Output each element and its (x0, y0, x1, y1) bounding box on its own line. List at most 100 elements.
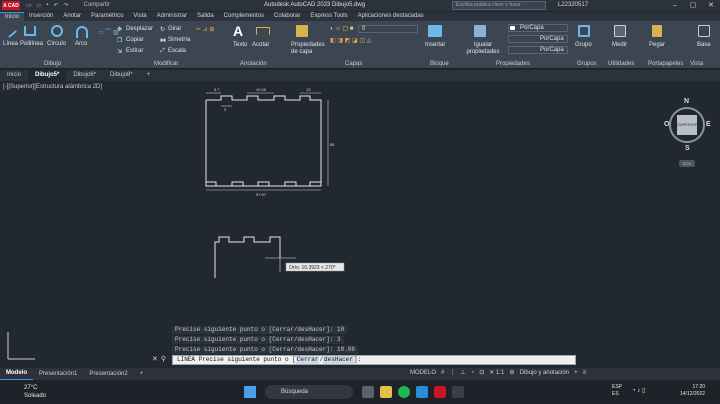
close-command-icon[interactable]: ✕ (152, 355, 158, 363)
file-tab-inicio[interactable]: Inicio (0, 70, 28, 81)
maximize-icon[interactable]: ▢ (684, 0, 702, 11)
modify-extra-icon[interactable]: ✂ ⊿ ⊞ (196, 26, 214, 33)
tab-inicio[interactable]: Inicio (0, 12, 25, 21)
circle-icon[interactable] (51, 25, 63, 37)
escala-button[interactable]: Escala (168, 48, 186, 54)
chrome-icon[interactable] (416, 386, 428, 398)
plus-icon[interactable]: + (574, 370, 578, 376)
close-icon[interactable]: ✕ (702, 0, 720, 11)
panel-propiedades-title[interactable]: Propiedades (496, 61, 530, 67)
system-clock[interactable]: 17:20 14/12/2022 (680, 384, 705, 398)
tab-salida[interactable]: Salida (192, 12, 219, 21)
viewcube[interactable]: N SUPERIOR O E S (663, 98, 711, 164)
panel-dibujo-title[interactable]: Dibujo (44, 61, 61, 67)
polilinea-button[interactable]: Polilínea (20, 41, 43, 47)
match-properties-icon[interactable] (474, 25, 486, 37)
text-icon[interactable]: A (233, 23, 243, 39)
autocad-taskbar-icon[interactable] (434, 386, 446, 398)
snap-icon[interactable]: ⋮ (449, 369, 455, 376)
panel-bloque-title[interactable]: Bloque (430, 61, 449, 67)
menu-icon[interactable]: ≡ (583, 370, 587, 376)
layer-properties-icon[interactable] (296, 25, 308, 37)
panel-anotacion-title[interactable]: Anotación (240, 61, 267, 67)
tab-insercion[interactable]: Inserción (24, 12, 58, 21)
layer-tools-icons[interactable]: ◧ ◨ ◩ ◪ ◫ ◬ (330, 37, 371, 44)
language-indicator[interactable]: ESP ES (612, 384, 622, 398)
minimize-icon[interactable]: – (666, 0, 684, 11)
tab-aplicaciones[interactable]: Aplicaciones destacadas (353, 12, 429, 21)
panel-modificar-title[interactable]: Modificar (154, 61, 178, 67)
layer-state-icons[interactable]: ◐ ☼ ▢ ■ (330, 25, 353, 32)
tab-vista[interactable]: Vista (128, 12, 151, 21)
compass-o[interactable]: O (664, 121, 669, 128)
spotify-icon[interactable] (398, 386, 410, 398)
insert-block-icon[interactable] (428, 25, 442, 37)
workspace-switch[interactable]: Dibujo y anotación (520, 370, 569, 376)
move-icon[interactable]: ✥ (117, 26, 122, 33)
tab-complementos[interactable]: Complementos (219, 12, 269, 21)
file-tab-dibujo8[interactable]: Dibujo8* (103, 70, 140, 81)
tab-administrar[interactable]: Administrar (152, 12, 192, 21)
viewcube-face[interactable]: SUPERIOR (677, 115, 698, 135)
new-icon[interactable]: ▭ (26, 2, 32, 9)
customize-icon[interactable]: ⚲ (161, 355, 166, 363)
pegar-button[interactable]: Pegar (649, 42, 665, 48)
undo-icon[interactable]: ↶ (53, 2, 58, 9)
panel-portapapeles-title[interactable]: Portapapeles (648, 61, 683, 67)
line-icon[interactable] (2, 23, 18, 39)
gear-icon[interactable]: ⚙ (509, 369, 514, 376)
search-input[interactable]: Escriba palabra clave o frase (452, 1, 546, 10)
group-icon[interactable] (578, 25, 590, 37)
grupo-button[interactable]: Grupo (575, 42, 592, 48)
compass-n[interactable]: N (684, 98, 689, 105)
estirar-button[interactable]: Estirar (126, 48, 143, 54)
girar-button[interactable]: Girar (168, 26, 181, 32)
ucs-menu[interactable]: SCU (679, 160, 695, 167)
redo-icon[interactable]: ↷ (63, 2, 68, 9)
wifi-volume-icons[interactable]: ◔ ♪ ▯ (632, 387, 645, 394)
measure-icon[interactable] (614, 25, 626, 37)
panel-grupos-title[interactable]: Grupos (577, 61, 597, 67)
annotation-scale-icon[interactable]: ✕ 1:1 (489, 369, 504, 376)
polar-icon[interactable]: ◔ (471, 370, 475, 376)
polyline-icon[interactable] (24, 26, 36, 36)
ortho-icon[interactable]: ⊥ (460, 369, 465, 376)
command-line[interactable]: LINEA Precise siguiente punto o [ Cerrar… (172, 355, 576, 365)
open-icon[interactable]: ▱ (37, 2, 42, 9)
option-cerrar[interactable]: Cerrar (295, 356, 320, 364)
layout-tab-presentacion1[interactable]: Presentación1 (33, 368, 83, 380)
base-view-icon[interactable] (698, 25, 710, 37)
arc-icon[interactable] (76, 26, 88, 38)
rotate-icon[interactable]: ↻ (160, 26, 165, 33)
tab-express-tools[interactable]: Express Tools (305, 12, 352, 21)
grid-icon[interactable]: # (441, 370, 444, 376)
dimension-icon[interactable] (256, 27, 270, 35)
layout-tab-presentacion2[interactable]: Presentación2 (83, 368, 133, 380)
osnap-icon[interactable]: ⊡ (479, 369, 484, 376)
scale-icon[interactable]: ⤢ (160, 48, 165, 55)
user-account[interactable]: L22320517 (558, 2, 588, 8)
file-tab-dibujo5[interactable]: Dibujo5* (28, 70, 67, 81)
texto-button[interactable]: Texto (233, 42, 247, 48)
draw-extra-icon[interactable]: ▭ ⌒ ▨ (98, 27, 119, 36)
panel-vista-title[interactable]: Vista (690, 61, 703, 67)
propiedades-capa-button[interactable]: Propiedades de capa (291, 42, 325, 56)
desplazar-button[interactable]: Desplazar (126, 26, 153, 32)
igualar-propiedades-button[interactable]: Igualar propiedades (464, 42, 502, 56)
medir-button[interactable]: Medir (612, 42, 627, 48)
copy-icon[interactable]: ❐ (117, 37, 122, 44)
simetria-button[interactable]: Simetría (168, 37, 190, 43)
add-layout-button[interactable]: + (134, 368, 150, 380)
tab-parametrico[interactable]: Paramétrico (86, 12, 128, 21)
model-space-label[interactable]: MODELO (410, 370, 436, 376)
file-tab-dibujo6[interactable]: Dibujo6* (66, 70, 103, 81)
circulo-button[interactable]: Círculo (47, 41, 66, 47)
panel-capas-title[interactable]: Capas (345, 61, 362, 67)
save-icon[interactable]: ▪ (46, 2, 48, 9)
copiar-button[interactable]: Copiar (126, 37, 144, 43)
base-button[interactable]: Base (697, 42, 711, 48)
layer-dropdown[interactable] (358, 25, 418, 33)
paste-icon[interactable] (652, 25, 662, 37)
insertar-button[interactable]: Insertar (425, 42, 445, 48)
new-tab-button[interactable]: + (140, 70, 158, 81)
